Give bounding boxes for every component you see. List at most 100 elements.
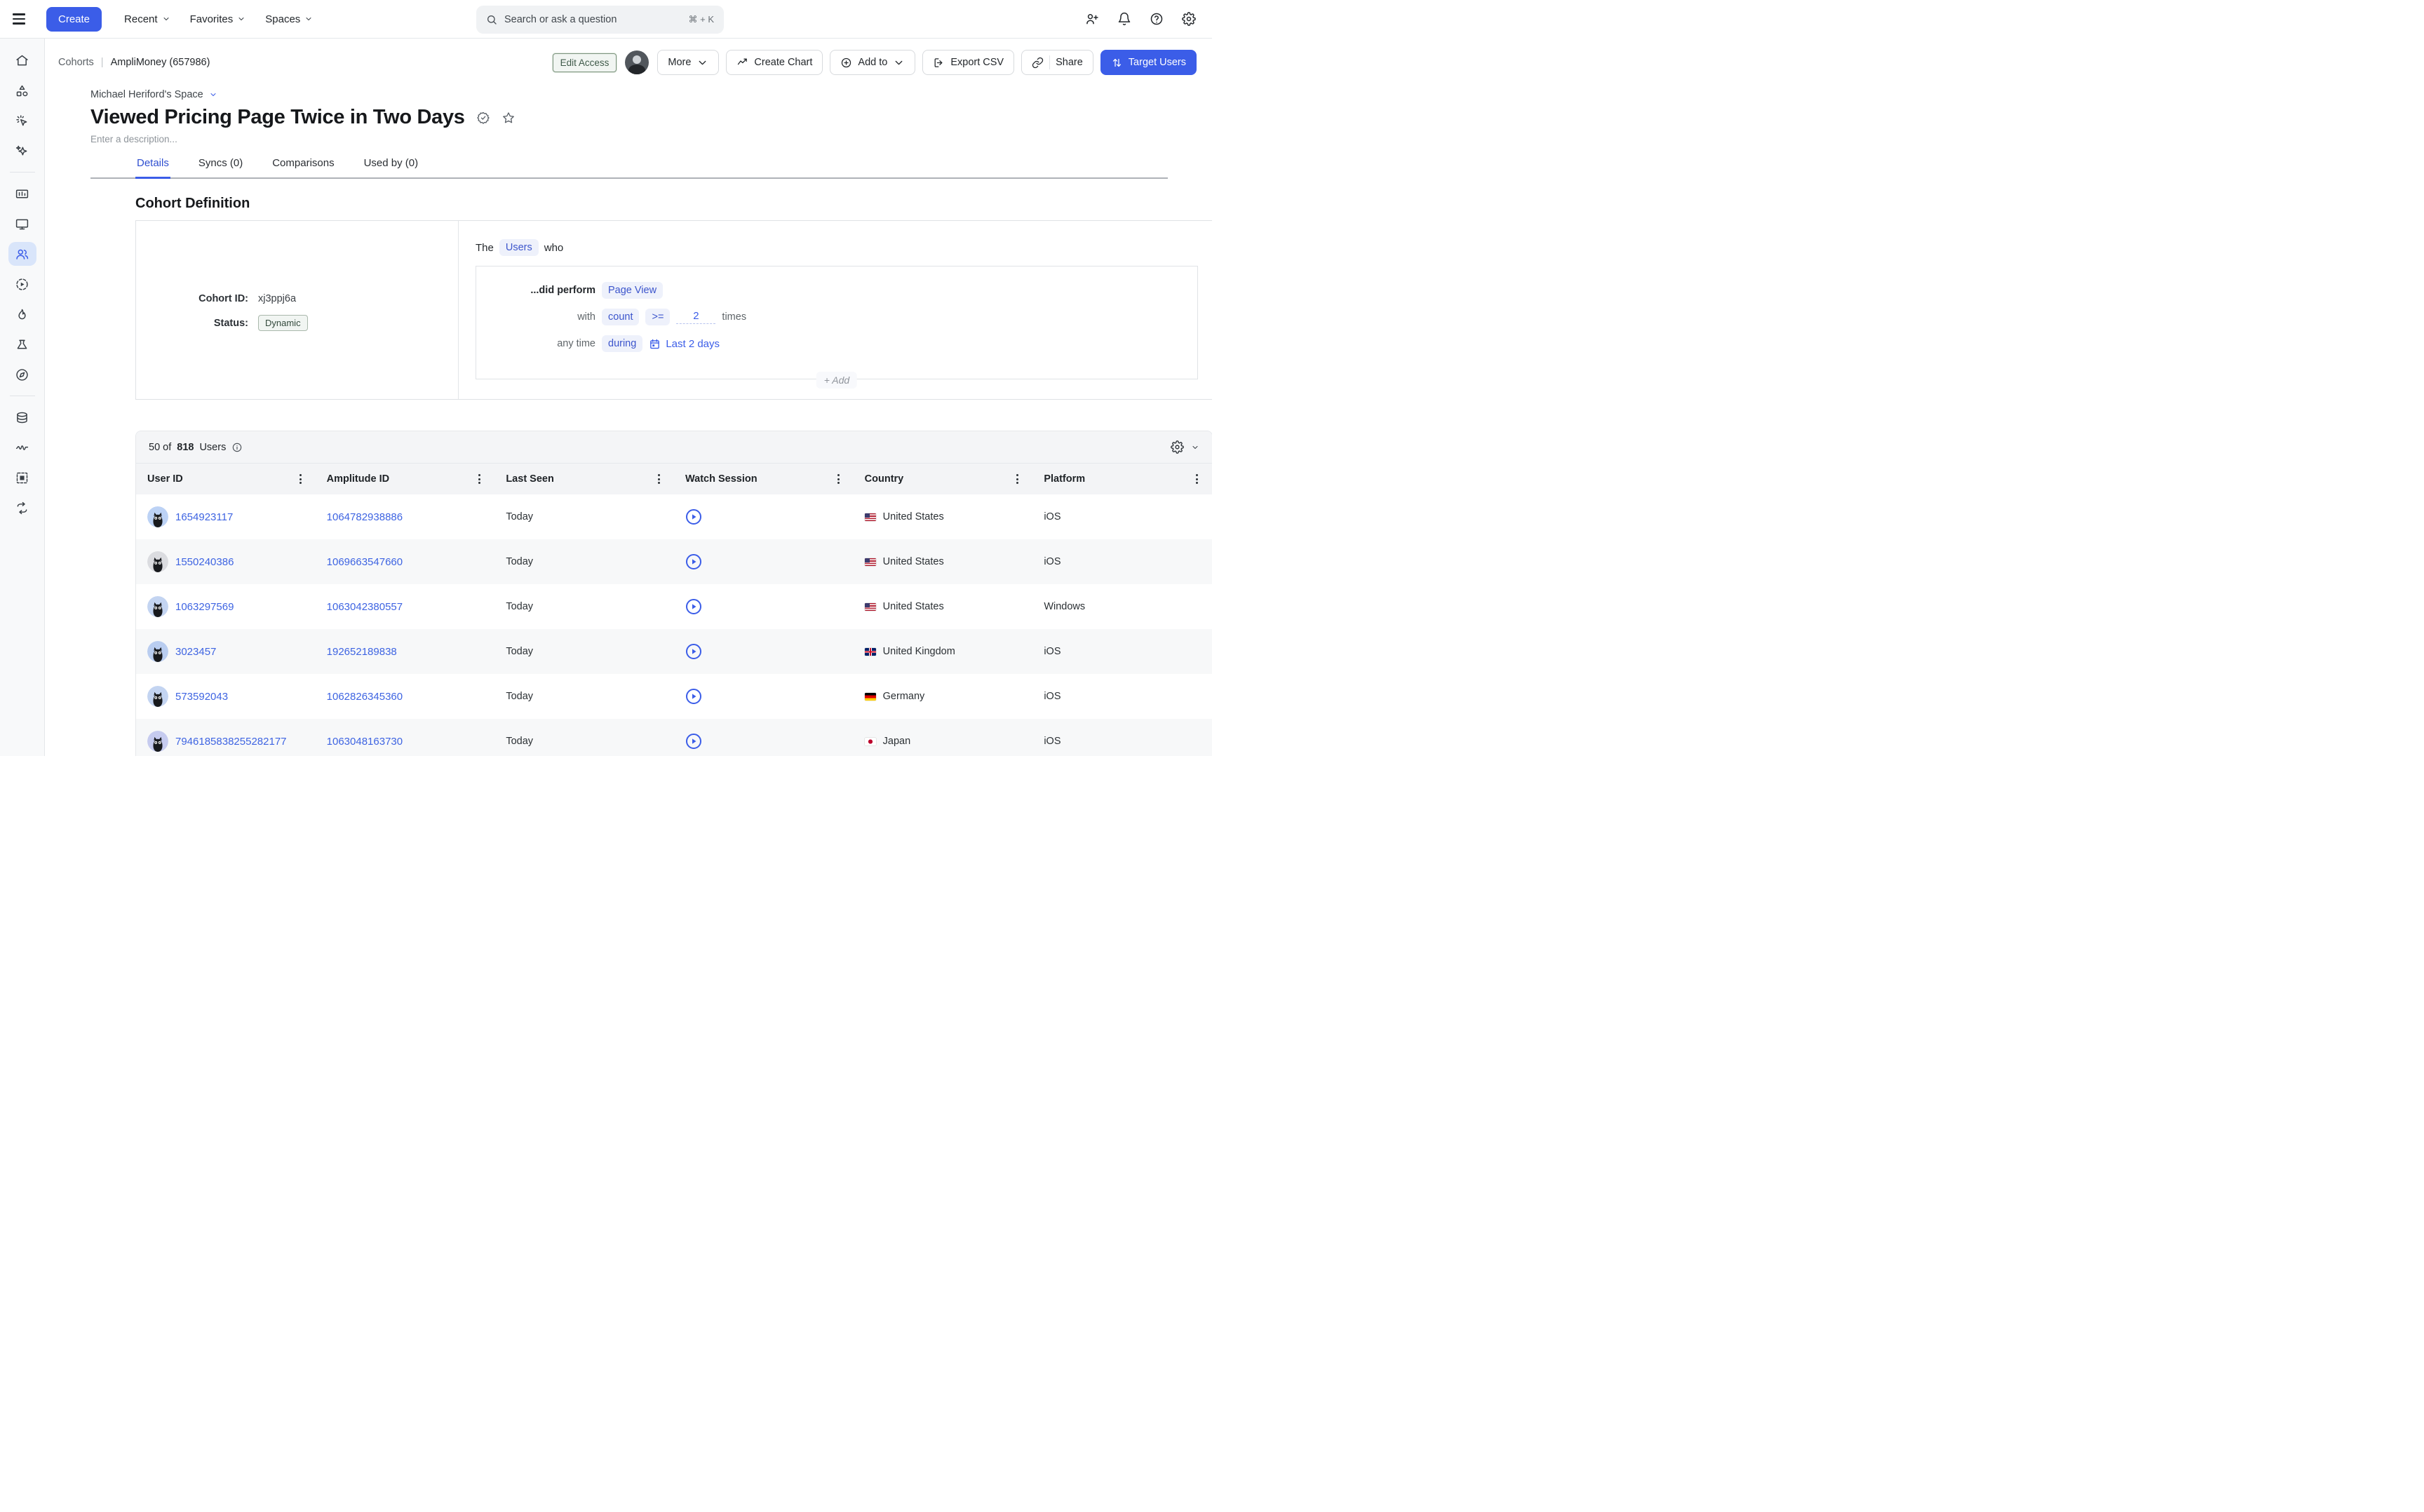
column-menu-icon[interactable] (1014, 471, 1021, 487)
menu-favorites[interactable]: Favorites (183, 8, 253, 31)
operator-selector[interactable]: >= (645, 309, 670, 325)
section-title: Cohort Definition (135, 196, 1212, 212)
user-id-link[interactable]: 1654923117 (175, 511, 233, 523)
user-id-link[interactable]: 1063297569 (175, 601, 234, 613)
cell-watch-session (674, 629, 854, 674)
notifications-button[interactable] (1117, 11, 1132, 27)
add-to-button[interactable]: Add to (830, 50, 915, 75)
amplitude-id-link[interactable]: 1062826345360 (327, 691, 403, 703)
play-session-icon[interactable] (685, 508, 702, 525)
status-badge: Dynamic (258, 315, 308, 331)
cell-user-id: 573592043 (136, 674, 316, 719)
breadcrumb-project[interactable]: AmpliMoney (657986) (111, 57, 210, 68)
cell-user-id: 1063297569 (136, 584, 316, 629)
tab-used-by[interactable]: Used by (0) (363, 157, 420, 177)
table-row: 1550240386 1069663547660 Today United St… (136, 539, 1212, 584)
cell-platform: iOS (1032, 494, 1212, 539)
target-users-button[interactable]: Target Users (1100, 50, 1197, 75)
sidebar-item-pathways[interactable] (8, 496, 36, 520)
sidebar-item-home[interactable] (8, 48, 36, 72)
sidebar-item-activity[interactable] (8, 109, 36, 133)
tab-details[interactable]: Details (135, 157, 170, 177)
space-selector[interactable]: Michael Heriford's Space (90, 89, 217, 100)
sidebar-item-experiments[interactable] (8, 332, 36, 356)
column-menu-icon[interactable] (297, 471, 304, 487)
owner-avatar[interactable] (625, 50, 649, 74)
description-placeholder[interactable]: Enter a description... (90, 134, 1212, 144)
cell-last-seen: Today (494, 674, 674, 719)
create-chart-button[interactable]: Create Chart (726, 50, 823, 75)
event-selector[interactable]: Page View (602, 282, 663, 299)
export-csv-button[interactable]: Export CSV (922, 50, 1014, 75)
sidebar-item-users-cohorts[interactable] (8, 242, 36, 266)
amplitude-id-link[interactable]: 1064782938886 (327, 511, 403, 523)
sidebar-item-session-replay[interactable] (8, 272, 36, 296)
tab-syncs[interactable]: Syncs (0) (197, 157, 244, 177)
sidebar-item-charts[interactable] (8, 182, 36, 205)
aggregation-selector[interactable]: count (602, 309, 639, 325)
cell-platform: iOS (1032, 719, 1212, 756)
sidebar-item-assets[interactable] (8, 79, 36, 102)
search-input[interactable]: Search or ask a question ⌘ + K (476, 6, 724, 34)
export-icon (933, 57, 945, 69)
play-session-icon[interactable] (685, 553, 702, 570)
table-settings-button[interactable] (1171, 440, 1199, 454)
hamburger-menu-icon[interactable] (13, 11, 29, 27)
column-menu-icon[interactable] (1193, 471, 1201, 487)
top-navbar: Create Recent Favorites Spaces Search or… (0, 0, 1212, 39)
bell-icon (1117, 12, 1131, 26)
sidebar-item-signals[interactable] (8, 436, 36, 459)
column-menu-icon[interactable] (476, 471, 483, 487)
add-condition-button[interactable]: + Add (816, 372, 857, 389)
user-id-link[interactable]: 7946185838255282177 (175, 736, 287, 748)
favorite-star-button[interactable] (501, 111, 516, 125)
edit-access-badge[interactable]: Edit Access (553, 53, 617, 72)
database-icon (15, 410, 29, 425)
sidebar-item-sandbox[interactable] (8, 466, 36, 490)
play-session-icon[interactable] (685, 598, 702, 615)
share-button[interactable]: Share (1021, 50, 1093, 75)
breadcrumb-cohorts[interactable]: Cohorts (58, 57, 94, 68)
tab-comparisons[interactable]: Comparisons (271, 157, 335, 177)
play-session-icon[interactable] (685, 733, 702, 750)
more-button[interactable]: More (657, 50, 719, 75)
sidebar-item-dashboards[interactable] (8, 212, 36, 236)
amplitude-id-link[interactable]: 192652189838 (327, 646, 397, 658)
cell-platform: iOS (1032, 629, 1212, 674)
menu-spaces[interactable]: Spaces (258, 8, 320, 31)
column-menu-icon[interactable] (835, 471, 842, 487)
cell-platform: iOS (1032, 674, 1212, 719)
sidebar-item-discover[interactable] (8, 363, 36, 386)
column-menu-icon[interactable] (655, 471, 663, 487)
cell-last-seen: Today (494, 629, 674, 674)
cell-watch-session (674, 584, 854, 629)
user-avatar (147, 731, 168, 752)
info-icon[interactable] (231, 442, 243, 453)
page-title[interactable]: Viewed Pricing Page Twice in Two Days (90, 106, 465, 129)
cell-watch-session (674, 539, 854, 584)
invite-user-button[interactable] (1084, 11, 1100, 27)
user-id-link[interactable]: 573592043 (175, 691, 228, 703)
sidebar-item-data[interactable] (8, 405, 36, 429)
settings-button[interactable] (1181, 11, 1197, 27)
amplitude-id-link[interactable]: 1069663547660 (327, 556, 403, 568)
column-header-amplitude-id: Amplitude ID (316, 464, 495, 494)
cell-country: United Kingdom (854, 629, 1033, 674)
user-id-link[interactable]: 3023457 (175, 646, 216, 658)
play-session-icon[interactable] (685, 643, 702, 660)
count-value-input[interactable]: 2 (676, 310, 715, 324)
help-button[interactable] (1149, 11, 1164, 27)
verified-badge-button[interactable] (476, 111, 490, 125)
amplitude-id-link[interactable]: 1063042380557 (327, 601, 403, 613)
subject-selector[interactable]: Users (499, 239, 539, 256)
create-button[interactable]: Create (46, 7, 102, 32)
play-session-icon[interactable] (685, 688, 702, 705)
during-selector[interactable]: during (602, 335, 642, 352)
sidebar-item-ai[interactable] (8, 139, 36, 163)
amplitude-id-link[interactable]: 1063048163730 (327, 736, 403, 748)
sidebar-item-heatmaps[interactable] (8, 302, 36, 326)
user-id-link[interactable]: 1550240386 (175, 556, 234, 568)
date-range-selector[interactable]: Last 2 days (649, 338, 720, 350)
column-header-watch-session: Watch Session (674, 464, 854, 494)
menu-recent[interactable]: Recent (117, 8, 177, 31)
